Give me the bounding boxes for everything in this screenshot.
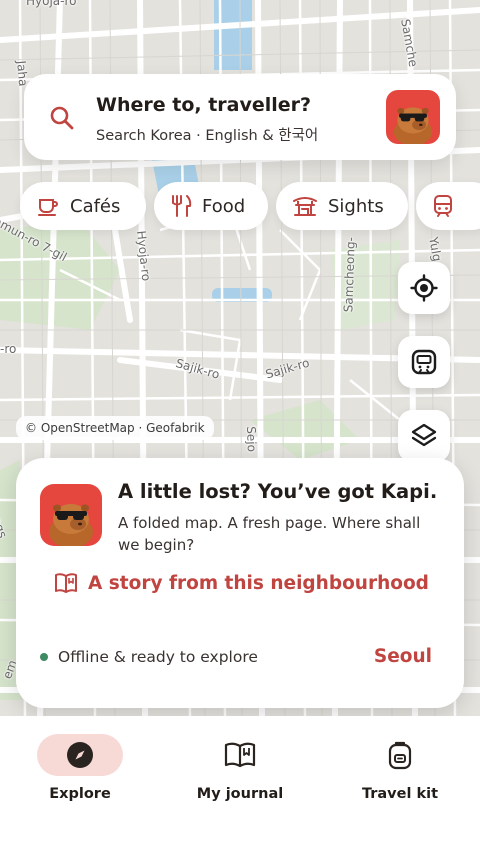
search-bar[interactable]: Where to, traveller? Search Korea · Engl… <box>24 74 456 160</box>
capybara-avatar-icon[interactable] <box>386 90 440 144</box>
city-selector[interactable]: Seoul <box>374 646 432 667</box>
backpack-icon <box>388 741 412 770</box>
layers-button[interactable] <box>398 410 450 462</box>
story-link[interactable]: A story from this neighbourhood <box>54 572 429 594</box>
nav-explore[interactable]: Explore <box>0 734 160 824</box>
street-label: -ro <box>0 342 17 356</box>
card-body: A folded map. A fresh page. Where shall … <box>118 514 421 554</box>
street-label: Samcheong- <box>341 236 358 313</box>
nav-my-journal[interactable]: My journal <box>160 734 320 824</box>
chip-label: Cafés <box>70 195 121 217</box>
status-text: Offline & ready to explore <box>58 648 258 666</box>
nav-travel-kit[interactable]: Travel kit <box>320 734 480 824</box>
nav-icon-container <box>197 734 283 776</box>
fork-knife-icon <box>172 195 192 217</box>
bottom-navigation: Explore My journal Travel kit <box>0 716 480 854</box>
open-book-icon <box>55 573 77 593</box>
layers-icon <box>411 423 437 447</box>
street-label: Sejo <box>244 426 259 453</box>
nav-icon-container <box>37 734 123 776</box>
search-title: Where to, traveller? <box>96 94 312 116</box>
chip-sights[interactable]: Sights <box>276 182 408 230</box>
nav-icon-container <box>357 734 443 776</box>
street-label: Hyoja-ro <box>26 0 77 8</box>
nav-label: Explore <box>49 786 111 802</box>
chip-label: Sights <box>328 195 384 217</box>
chip-cafes[interactable]: Cafés <box>20 182 146 230</box>
card-title: A little lost? You’ve got Kapi. <box>118 480 438 503</box>
chip-transit[interactable] <box>416 182 480 230</box>
story-link-label: A story from this neighbourhood <box>88 572 429 594</box>
chip-food[interactable]: Food <box>154 182 268 230</box>
status-dot <box>40 653 48 661</box>
map-attribution[interactable]: © OpenStreetMap · Geofabrik <box>16 416 214 440</box>
subway-icon <box>411 349 437 375</box>
nav-label: Travel kit <box>361 786 439 802</box>
chip-label: Food <box>202 195 246 217</box>
temple-icon <box>293 197 317 216</box>
category-chips: Cafés Food Sights <box>0 182 480 232</box>
search-icon <box>50 106 74 130</box>
open-book-icon <box>224 742 256 768</box>
locate-me-icon <box>410 274 438 302</box>
train-icon <box>434 195 452 217</box>
welcome-card: A little lost? You’ve got Kapi. A folded… <box>16 458 464 708</box>
subway-button[interactable] <box>398 336 450 388</box>
coffee-cup-icon <box>38 199 58 216</box>
locate-me-button[interactable] <box>398 262 450 314</box>
search-subtitle: Search Korea · English & 한국어 <box>96 128 319 144</box>
nav-label: My journal <box>196 786 284 802</box>
compass-icon <box>67 742 93 768</box>
capybara-avatar-icon <box>40 484 102 546</box>
offline-status: Offline & ready to explore <box>40 648 258 666</box>
